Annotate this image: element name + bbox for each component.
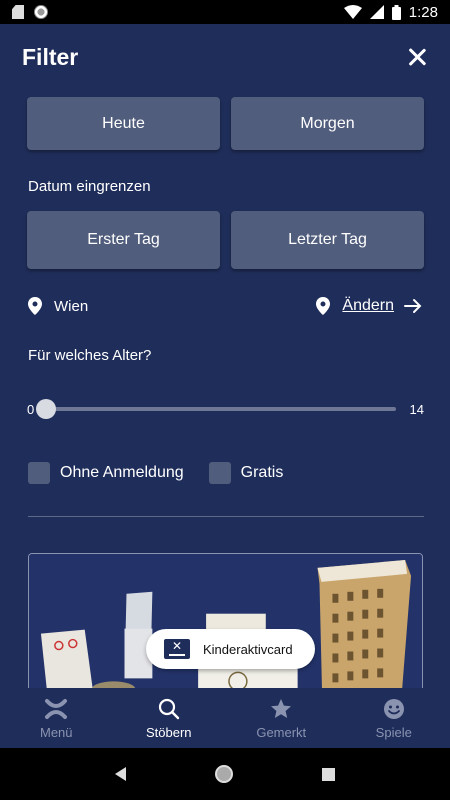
change-location-label[interactable]: Ändern — [342, 297, 394, 315]
age-slider-handle[interactable] — [36, 399, 57, 419]
location-city: Wien — [54, 297, 89, 315]
wifi-icon — [343, 5, 362, 19]
signal-icon — [369, 5, 384, 19]
age-label: Für welches Alter? — [28, 347, 152, 364]
arrow-right-icon — [404, 299, 422, 313]
free-checkbox[interactable] — [208, 462, 231, 484]
location-row: Wien Ändern — [28, 294, 422, 318]
system-nav-bar — [0, 748, 450, 800]
free-option[interactable]: Gratis — [208, 462, 284, 484]
nav-item-saved[interactable]: Gemerkt — [225, 688, 338, 748]
x-logo-icon — [45, 698, 68, 719]
location-pin-icon — [316, 297, 331, 315]
status-bar: 1:28 — [0, 0, 450, 24]
header: Filter — [0, 24, 450, 90]
page-title: Filter — [22, 43, 79, 70]
search-icon — [158, 698, 179, 719]
nav-item-menu[interactable]: Menü — [0, 688, 113, 748]
age-max-label: 14 — [409, 401, 424, 417]
date-range-label: Datum eingrenzen — [28, 178, 151, 195]
status-time: 1:28 — [408, 3, 438, 21]
back-icon[interactable] — [114, 767, 126, 781]
bottom-nav: Menü Stöbern Gemerkt Spiele — [0, 688, 450, 748]
filter-screen: Filter Heute Morgen Datum eingrenzen Ers… — [0, 24, 450, 688]
last-day-button[interactable]: Letzter Tag — [231, 211, 424, 269]
close-icon[interactable] — [406, 46, 428, 68]
no-registration-option[interactable]: Ohne Anmeldung — [28, 462, 184, 484]
kinderaktivcard-chip[interactable]: Kinderaktivcard — [146, 629, 315, 669]
age-min-label: 0 — [27, 401, 35, 417]
change-location-link[interactable]: Ändern — [316, 297, 422, 315]
smiley-icon — [383, 698, 404, 719]
sync-icon — [34, 5, 48, 19]
age-slider-row: 0 14 — [27, 399, 424, 419]
no-registration-checkbox[interactable] — [28, 462, 50, 484]
divider — [28, 516, 424, 517]
recents-icon[interactable] — [322, 767, 336, 781]
chip-label: Kinderaktivcard — [203, 641, 293, 657]
battery-icon — [391, 4, 401, 20]
nav-item-games[interactable]: Spiele — [338, 688, 450, 748]
tomorrow-button[interactable]: Morgen — [231, 97, 424, 150]
today-button[interactable]: Heute — [27, 97, 220, 150]
options-row: Ohne Anmeldung Gratis — [28, 462, 308, 484]
nav-label-saved: Gemerkt — [256, 724, 307, 740]
nav-label-browse: Stöbern — [145, 724, 192, 740]
free-label: Gratis — [240, 464, 284, 481]
age-slider-track[interactable] — [36, 399, 396, 419]
quick-date-row: Heute Morgen — [27, 97, 424, 150]
home-icon[interactable] — [214, 765, 233, 783]
nav-item-browse[interactable]: Stöbern — [113, 688, 226, 748]
sd-card-icon — [12, 5, 24, 19]
nav-label-games: Spiele — [375, 724, 412, 740]
first-day-button[interactable]: Erster Tag — [27, 211, 220, 269]
no-registration-label: Ohne Anmeldung — [60, 464, 184, 481]
location-pin-icon — [28, 297, 42, 315]
card-icon — [164, 639, 190, 659]
star-icon — [271, 698, 292, 718]
nav-label-menu: Menü — [39, 724, 73, 740]
date-range-row: Erster Tag Letzter Tag — [27, 211, 424, 269]
